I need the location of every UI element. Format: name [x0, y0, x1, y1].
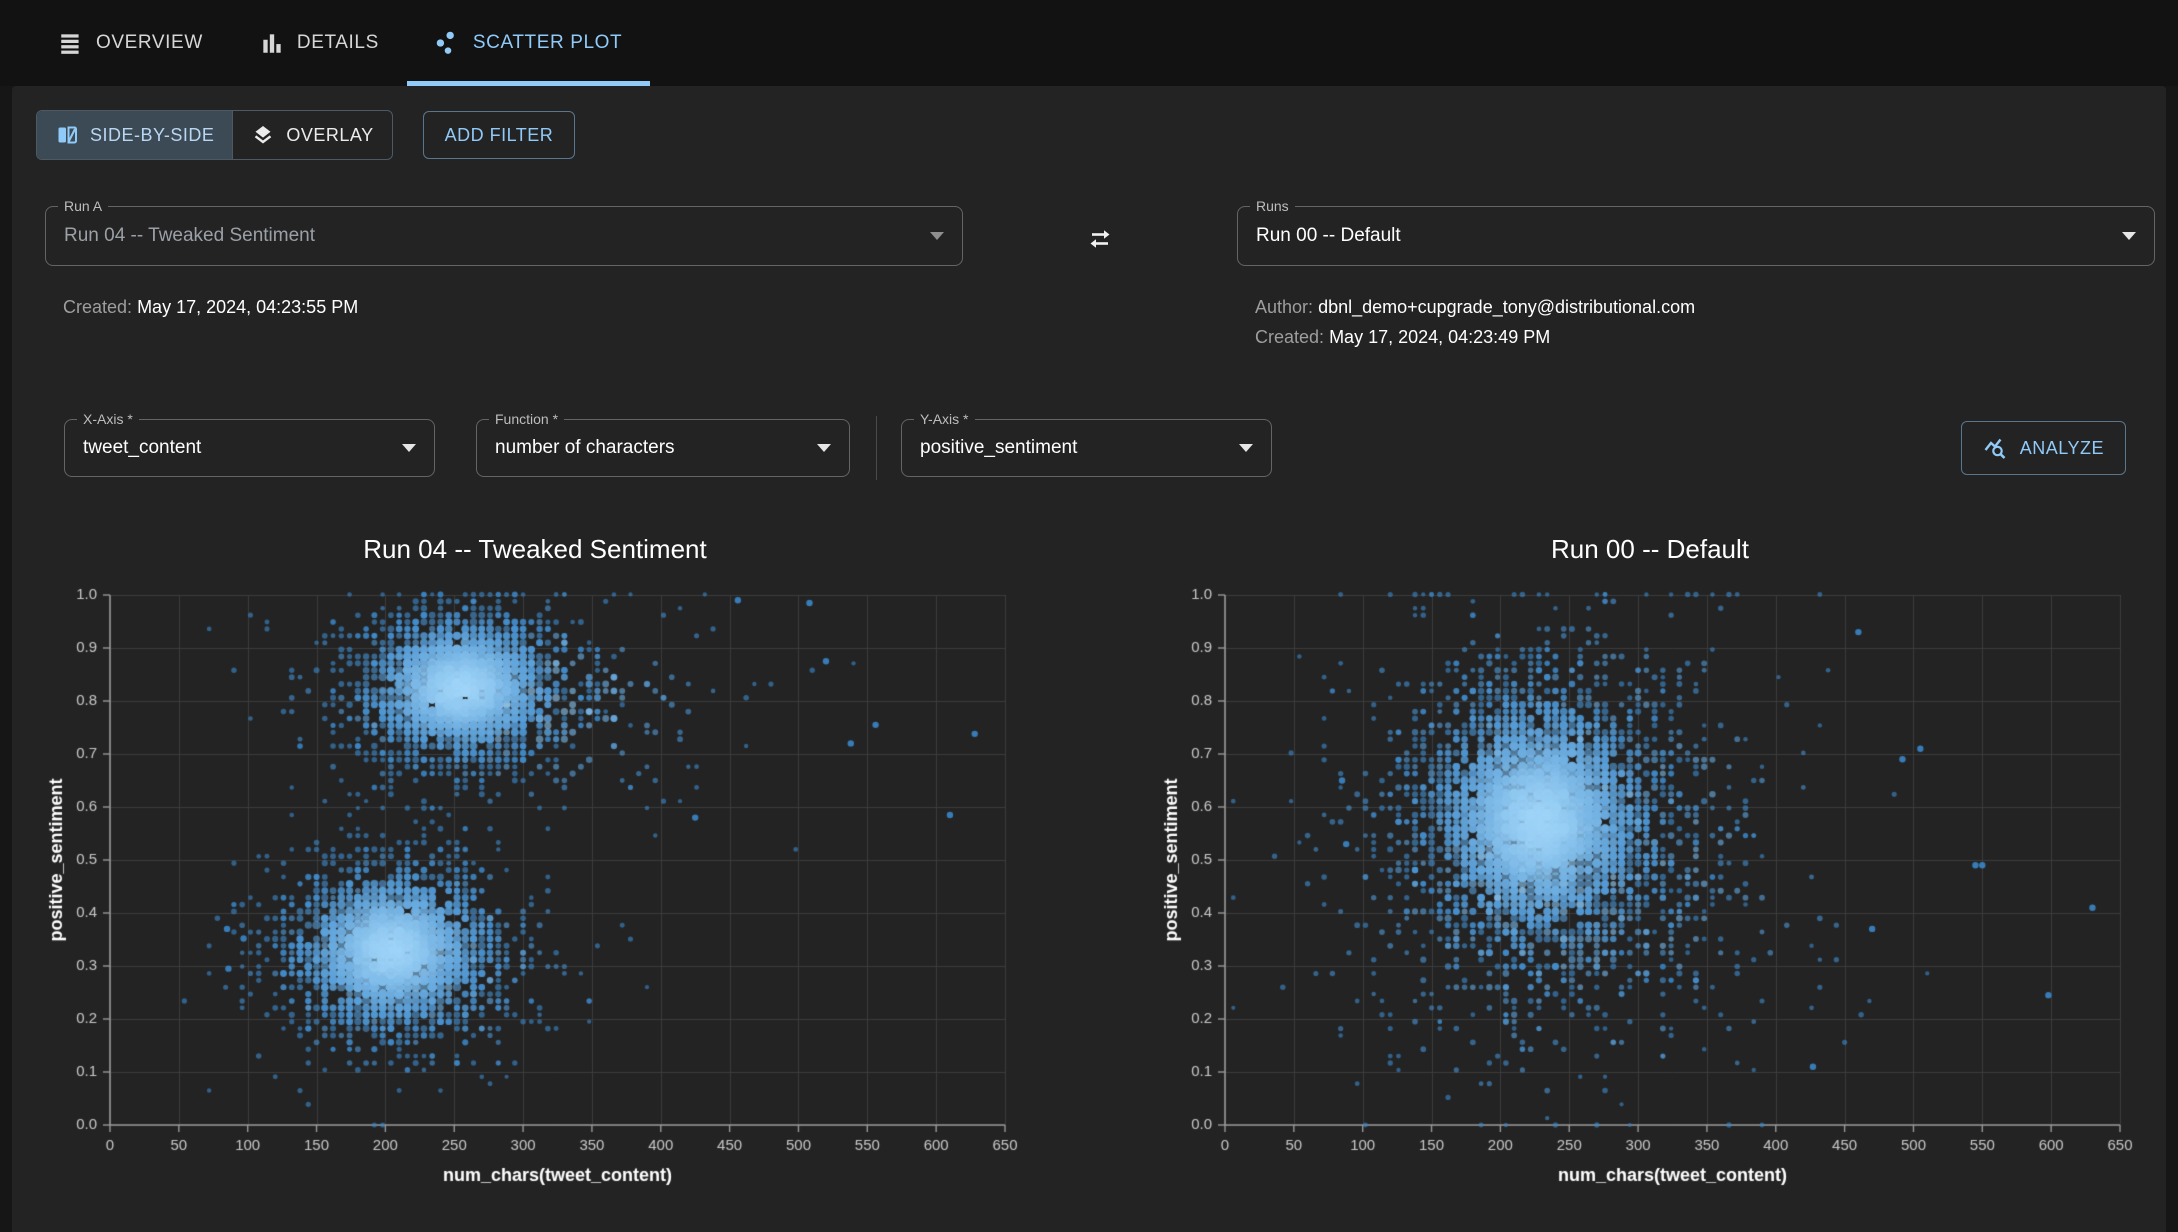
run-swap-area [963, 206, 1237, 352]
runs-column: Runs Run 00 -- Default Author: dbnl_demo… [1237, 206, 2155, 352]
chart-run-a: Run 04 -- Tweaked Sentiment [35, 534, 1035, 1225]
chart-title: Run 04 -- Tweaked Sentiment [35, 534, 1035, 576]
tab-label: DETAILS [297, 32, 379, 54]
bar-chart-icon [259, 30, 285, 56]
overlay-button[interactable]: OVERLAY [232, 111, 391, 159]
author-value: dbnl_demo+cupgrade_tony@distributional.c… [1318, 297, 1695, 317]
tab-label: OVERVIEW [96, 32, 203, 54]
analyze-label: ANALYZE [2020, 438, 2104, 459]
layers-icon [251, 123, 275, 147]
created-value: May 17, 2024, 04:23:49 PM [1329, 327, 1550, 347]
y-axis-value: positive_sentiment [920, 437, 1239, 459]
toolbar: SIDE-BY-SIDE OVERLAY ADD FILTER [36, 110, 2166, 160]
x-axis-select[interactable]: X-Axis * tweet_content [64, 419, 435, 477]
axis-controls-row: X-Axis * tweet_content Function * number… [64, 416, 2126, 480]
add-filter-label: ADD FILTER [445, 125, 554, 146]
author-label: Author: [1255, 297, 1313, 317]
tab-scatter-plot[interactable]: SCATTER PLOT [407, 0, 650, 86]
run-a-select[interactable]: Run A Run 04 -- Tweaked Sentiment [45, 206, 963, 266]
function-label: Function * [489, 411, 564, 428]
runs-select-value: Run 00 -- Default [1256, 225, 2122, 247]
runs-select[interactable]: Runs Run 00 -- Default [1237, 206, 2155, 266]
chart-search-icon [1983, 435, 2009, 461]
side-by-side-label: SIDE-BY-SIDE [90, 125, 214, 146]
overlay-label: OVERLAY [286, 125, 373, 146]
x-axis-value: tweet_content [83, 437, 402, 459]
chart-run-b: Run 00 -- Default [1150, 534, 2150, 1225]
run-a-select-value: Run 04 -- Tweaked Sentiment [64, 225, 930, 247]
tab-details[interactable]: DETAILS [231, 0, 407, 86]
created-value: May 17, 2024, 04:23:55 PM [137, 297, 358, 317]
split-view-icon [55, 123, 79, 147]
function-value: number of characters [495, 437, 817, 459]
tab-label: SCATTER PLOT [473, 32, 622, 54]
caret-down-icon [930, 232, 944, 240]
caret-down-icon [817, 444, 831, 452]
tab-overview[interactable]: OVERVIEW [30, 0, 231, 86]
list-icon [58, 30, 84, 56]
analyze-button[interactable]: ANALYZE [1961, 421, 2126, 475]
run-a-meta: Created: May 17, 2024, 04:23:55 PM [63, 292, 963, 322]
run-a-column: Run A Run 04 -- Tweaked Sentiment Create… [45, 206, 963, 352]
scatter-chart-run-a[interactable] [35, 580, 1035, 1225]
tab-bar: OVERVIEW DETAILS SCATTER PLOT [0, 0, 2178, 86]
x-axis-label: X-Axis * [77, 411, 139, 428]
scatter-plot-panel: SIDE-BY-SIDE OVERLAY ADD FILTER Run A Ru… [12, 86, 2166, 1232]
charts-row: Run 04 -- Tweaked Sentiment Run 00 -- De… [35, 534, 2166, 1225]
add-filter-button[interactable]: ADD FILTER [423, 111, 576, 159]
chart-title: Run 00 -- Default [1150, 534, 2150, 576]
function-select[interactable]: Function * number of characters [476, 419, 850, 477]
created-label: Created: [1255, 327, 1324, 347]
swap-runs-button[interactable] [1079, 218, 1121, 263]
y-axis-label: Y-Axis * [914, 411, 975, 428]
controls-divider [876, 416, 877, 480]
caret-down-icon [402, 444, 416, 452]
caret-down-icon [1239, 444, 1253, 452]
y-axis-select[interactable]: Y-Axis * positive_sentiment [901, 419, 1272, 477]
runs-meta: Author: dbnl_demo+cupgrade_tony@distribu… [1255, 292, 2155, 352]
run-a-select-label: Run A [58, 198, 108, 215]
scatter-chart-run-b[interactable] [1150, 580, 2150, 1225]
created-label: Created: [63, 297, 132, 317]
caret-down-icon [2122, 232, 2136, 240]
swap-horizontal-icon [1083, 222, 1117, 256]
view-mode-toggle: SIDE-BY-SIDE OVERLAY [36, 110, 393, 160]
side-by-side-button[interactable]: SIDE-BY-SIDE [37, 111, 232, 159]
run-selector-row: Run A Run 04 -- Tweaked Sentiment Create… [45, 206, 2155, 352]
scatter-plot-icon [435, 30, 461, 56]
runs-select-label: Runs [1250, 198, 1295, 215]
